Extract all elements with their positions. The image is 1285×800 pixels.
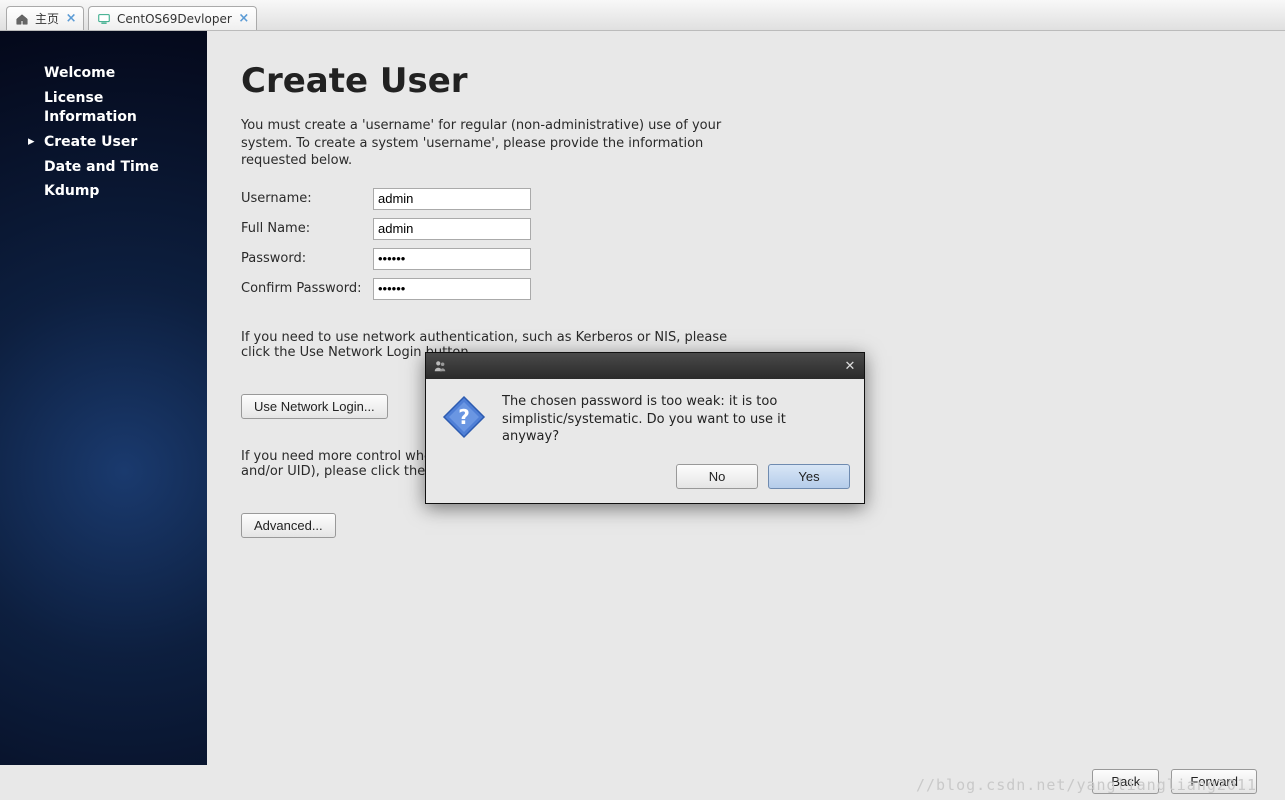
dialog-message: The chosen password is too weak: it is t… — [502, 393, 846, 446]
sidebar-item-license[interactable]: License Information — [0, 86, 160, 130]
sidebar-item-welcome[interactable]: Welcome — [0, 61, 207, 86]
no-button[interactable]: No — [676, 464, 758, 489]
tab-label: CentOS69Devloper — [117, 12, 232, 26]
yes-button[interactable]: Yes — [768, 464, 850, 489]
password-field[interactable] — [373, 248, 531, 270]
vm-icon — [97, 12, 111, 26]
back-button[interactable]: Back — [1092, 769, 1159, 794]
tab-label: 主页 — [35, 10, 59, 27]
username-field[interactable] — [373, 188, 531, 210]
svg-text:?: ? — [458, 405, 470, 429]
users-icon — [432, 358, 448, 374]
sidebar-item-kdump[interactable]: Kdump — [0, 179, 207, 204]
sidebar-item-date-time[interactable]: Date and Time — [0, 155, 207, 180]
home-icon — [15, 12, 29, 26]
footer: Back Forward — [0, 765, 1285, 800]
tab-home[interactable]: 主页 × — [6, 6, 84, 30]
label-password: Password: — [241, 251, 373, 266]
tabs-bar: 主页 × CentOS69Devloper × — [0, 0, 1285, 31]
advanced-button[interactable]: Advanced... — [241, 513, 336, 538]
label-username: Username: — [241, 191, 373, 206]
close-icon[interactable]: × — [65, 13, 77, 25]
use-network-login-button[interactable]: Use Network Login... — [241, 394, 388, 419]
dialog-titlebar[interactable]: ✕ — [426, 353, 864, 379]
page-description: You must create a 'username' for regular… — [241, 117, 761, 170]
label-fullname: Full Name: — [241, 221, 373, 236]
tab-centos[interactable]: CentOS69Devloper × — [88, 6, 257, 30]
label-confirm: Confirm Password: — [241, 281, 373, 296]
fullname-field[interactable] — [373, 218, 531, 240]
confirm-password-field[interactable] — [373, 278, 531, 300]
forward-button[interactable]: Forward — [1171, 769, 1257, 794]
sidebar: Welcome License Information Create User … — [0, 31, 207, 765]
close-icon[interactable]: ✕ — [842, 358, 858, 374]
password-warning-dialog: ✕ ? The chosen password is too weak: it … — [425, 352, 865, 504]
sidebar-item-create-user[interactable]: Create User — [0, 130, 207, 155]
page-title: Create User — [241, 61, 1251, 101]
close-icon[interactable]: × — [238, 13, 250, 25]
question-icon: ? — [440, 393, 488, 441]
